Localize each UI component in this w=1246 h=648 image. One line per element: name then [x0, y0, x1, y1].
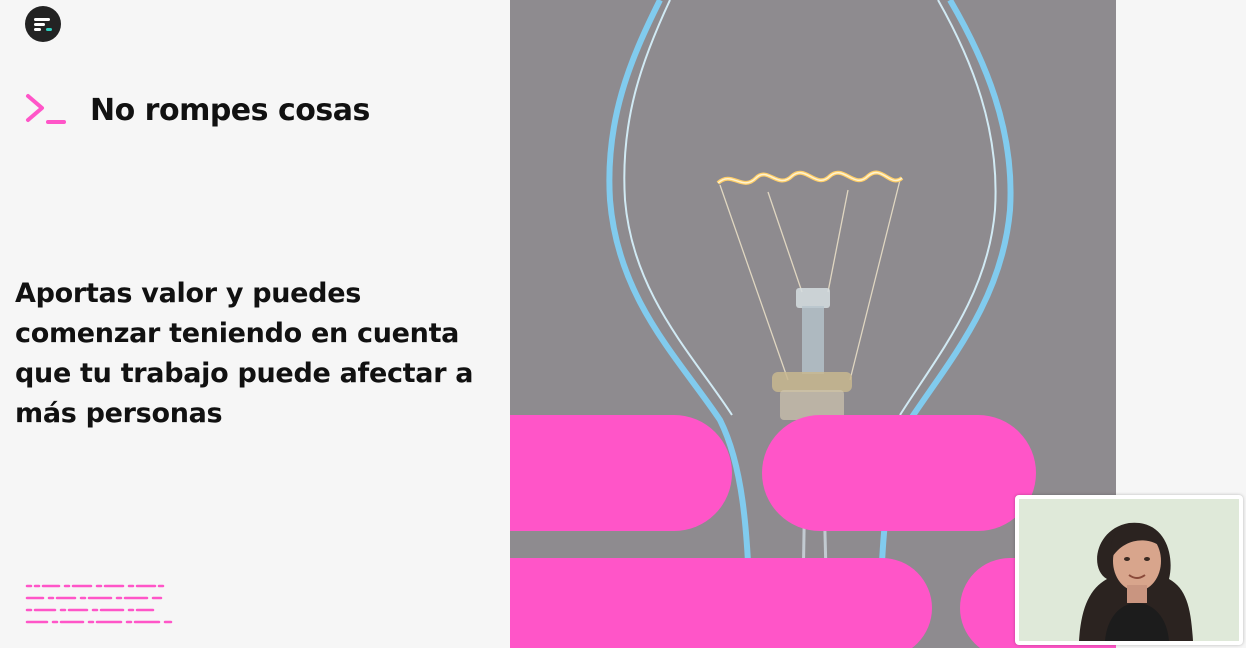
decorative-pill-2 — [762, 415, 1036, 531]
presentation-slide: No rompes cosas Aportas valor y puedes c… — [0, 0, 1246, 648]
platform-logo-icon — [25, 6, 61, 42]
slide-title: No rompes cosas — [90, 92, 370, 128]
terminal-prompt-icon — [26, 94, 66, 124]
dashed-lines-decoration — [25, 584, 173, 624]
slide-body-text: Aportas valor y puedes comenzar teniendo… — [15, 278, 474, 429]
webcam-overlay — [1015, 495, 1243, 645]
decorative-pill-3 — [510, 558, 932, 648]
presenter-video — [1019, 499, 1239, 641]
decorative-pill-1 — [510, 415, 732, 531]
slide-heading: No rompes cosas — [24, 92, 370, 128]
